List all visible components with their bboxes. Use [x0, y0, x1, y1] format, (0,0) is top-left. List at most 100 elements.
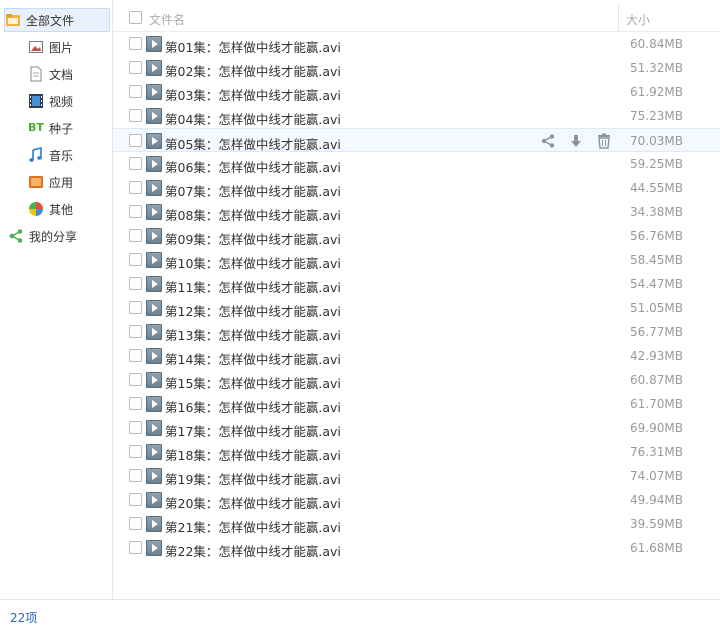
file-size: 60.87MB	[630, 373, 683, 387]
file-name[interactable]: 第05集：怎样做中线才能赢.avi	[165, 134, 341, 153]
table-row[interactable]: 第16集：怎样做中线才能赢.avi 61.70MB	[113, 392, 720, 416]
sidebar-item-documents[interactable]: 文档	[28, 62, 73, 86]
file-size: 44.55MB	[630, 181, 683, 195]
file-name[interactable]: 第02集：怎样做中线才能赢.avi	[165, 61, 341, 80]
video-file-icon	[146, 36, 162, 52]
table-row[interactable]: 第08集：怎样做中线才能赢.avi 34.38MB	[113, 200, 720, 224]
file-size: 34.38MB	[630, 205, 683, 219]
row-checkbox[interactable]	[129, 469, 142, 482]
table-row[interactable]: 第15集：怎样做中线才能赢.avi 60.87MB	[113, 368, 720, 392]
file-name[interactable]: 第08集：怎样做中线才能赢.avi	[165, 205, 341, 224]
file-name[interactable]: 第04集：怎样做中线才能赢.avi	[165, 109, 341, 128]
file-size: 61.70MB	[630, 397, 683, 411]
column-header-name[interactable]: 文件名	[149, 11, 185, 28]
row-checkbox[interactable]	[129, 349, 142, 362]
sidebar-item-images[interactable]: 图片	[28, 35, 73, 59]
sidebar: 全部文件 图片 文档 视频 BT 种子 音乐 应用 其他 我的分享	[0, 0, 113, 599]
table-row[interactable]: 第10集：怎样做中线才能赢.avi 58.45MB	[113, 248, 720, 272]
download-icon[interactable]	[568, 133, 584, 149]
table-row[interactable]: 第11集：怎样做中线才能赢.avi 54.47MB	[113, 272, 720, 296]
column-header-size[interactable]: 大小	[626, 11, 650, 28]
table-row[interactable]: 第03集：怎样做中线才能赢.avi 61.92MB	[113, 80, 720, 104]
table-row[interactable]: 第18集：怎样做中线才能赢.avi 76.31MB	[113, 440, 720, 464]
file-name[interactable]: 第14集：怎样做中线才能赢.avi	[165, 349, 341, 368]
row-checkbox[interactable]	[129, 541, 142, 554]
table-row[interactable]: 第05集：怎样做中线才能赢.avi 70.03MB	[113, 128, 720, 152]
file-name[interactable]: 第13集：怎样做中线才能赢.avi	[165, 325, 341, 344]
file-name[interactable]: 第07集：怎样做中线才能赢.avi	[165, 181, 341, 200]
file-name[interactable]: 第20集：怎样做中线才能赢.avi	[165, 493, 341, 512]
row-checkbox[interactable]	[129, 61, 142, 74]
file-name[interactable]: 第18集：怎样做中线才能赢.avi	[165, 445, 341, 464]
table-row[interactable]: 第04集：怎样做中线才能赢.avi 75.23MB	[113, 104, 720, 128]
file-name[interactable]: 第15集：怎样做中线才能赢.avi	[165, 373, 341, 392]
share-icon	[8, 228, 24, 244]
table-row[interactable]: 第17集：怎样做中线才能赢.avi 69.90MB	[113, 416, 720, 440]
sidebar-item-label: 音乐	[49, 148, 74, 163]
bt-icon: BT	[28, 121, 44, 134]
row-checkbox[interactable]	[129, 253, 142, 266]
row-checkbox[interactable]	[129, 493, 142, 506]
sidebar-item-videos[interactable]: 视频	[28, 89, 73, 113]
video-file-icon	[146, 133, 162, 149]
file-size: 74.07MB	[630, 469, 683, 483]
table-row[interactable]: 第21集：怎样做中线才能赢.avi 39.59MB	[113, 512, 720, 536]
sidebar-item-label: 文档	[49, 67, 74, 82]
row-checkbox[interactable]	[129, 325, 142, 338]
file-name[interactable]: 第06集：怎样做中线才能赢.avi	[165, 157, 341, 176]
sidebar-item-music[interactable]: 音乐	[28, 143, 73, 167]
row-checkbox[interactable]	[129, 277, 142, 290]
video-file-icon	[146, 468, 162, 484]
row-checkbox[interactable]	[129, 445, 142, 458]
sidebar-item-label: 应用	[49, 175, 74, 190]
table-row[interactable]: 第13集：怎样做中线才能赢.avi 56.77MB	[113, 320, 720, 344]
table-row[interactable]: 第02集：怎样做中线才能赢.avi 51.32MB	[113, 56, 720, 80]
file-name[interactable]: 第12集：怎样做中线才能赢.avi	[165, 301, 341, 320]
file-size: 61.92MB	[630, 85, 683, 99]
row-checkbox[interactable]	[129, 157, 142, 170]
sidebar-item-other[interactable]: 其他	[28, 197, 73, 221]
table-row[interactable]: 第09集：怎样做中线才能赢.avi 56.76MB	[113, 224, 720, 248]
file-name[interactable]: 第17集：怎样做中线才能赢.avi	[165, 421, 341, 440]
file-name[interactable]: 第22集：怎样做中线才能赢.avi	[165, 541, 341, 560]
row-checkbox[interactable]	[129, 109, 142, 122]
video-file-icon	[146, 300, 162, 316]
select-all-checkbox[interactable]	[129, 11, 142, 24]
sidebar-item-all-files[interactable]: 全部文件	[4, 8, 110, 32]
sidebar-item-my-shares[interactable]: 我的分享	[8, 224, 77, 248]
table-row[interactable]: 第20集：怎样做中线才能赢.avi 49.94MB	[113, 488, 720, 512]
table-row[interactable]: 第19集：怎样做中线才能赢.avi 74.07MB	[113, 464, 720, 488]
table-row[interactable]: 第07集：怎样做中线才能赢.avi 44.55MB	[113, 176, 720, 200]
table-row[interactable]: 第01集：怎样做中线才能赢.avi 60.84MB	[113, 32, 720, 56]
delete-icon[interactable]	[596, 133, 612, 149]
file-name[interactable]: 第21集：怎样做中线才能赢.avi	[165, 517, 341, 536]
file-name[interactable]: 第19集：怎样做中线才能赢.avi	[165, 469, 341, 488]
row-checkbox[interactable]	[129, 205, 142, 218]
row-checkbox[interactable]	[129, 181, 142, 194]
table-row[interactable]: 第14集：怎样做中线才能赢.avi 42.93MB	[113, 344, 720, 368]
row-checkbox[interactable]	[129, 421, 142, 434]
table-row[interactable]: 第22集：怎样做中线才能赢.avi 61.68MB	[113, 536, 720, 560]
row-checkbox[interactable]	[129, 373, 142, 386]
column-divider[interactable]	[618, 4, 619, 32]
share-icon[interactable]	[540, 133, 556, 149]
sidebar-item-apps[interactable]: 应用	[28, 170, 73, 194]
row-checkbox[interactable]	[129, 134, 142, 147]
file-name[interactable]: 第16集：怎样做中线才能赢.avi	[165, 397, 341, 416]
row-checkbox[interactable]	[129, 517, 142, 530]
row-checkbox[interactable]	[129, 397, 142, 410]
file-name[interactable]: 第09集：怎样做中线才能赢.avi	[165, 229, 341, 248]
row-checkbox[interactable]	[129, 37, 142, 50]
row-checkbox[interactable]	[129, 229, 142, 242]
file-size: 59.25MB	[630, 157, 683, 171]
row-checkbox[interactable]	[129, 85, 142, 98]
file-name[interactable]: 第10集：怎样做中线才能赢.avi	[165, 253, 341, 272]
file-name[interactable]: 第11集：怎样做中线才能赢.avi	[165, 277, 341, 296]
file-name[interactable]: 第03集：怎样做中线才能赢.avi	[165, 85, 341, 104]
file-name[interactable]: 第01集：怎样做中线才能赢.avi	[165, 37, 341, 56]
row-checkbox[interactable]	[129, 301, 142, 314]
table-row[interactable]: 第06集：怎样做中线才能赢.avi 59.25MB	[113, 152, 720, 176]
video-file-icon	[146, 396, 162, 412]
sidebar-item-torrents[interactable]: BT 种子	[28, 116, 73, 140]
table-row[interactable]: 第12集：怎样做中线才能赢.avi 51.05MB	[113, 296, 720, 320]
